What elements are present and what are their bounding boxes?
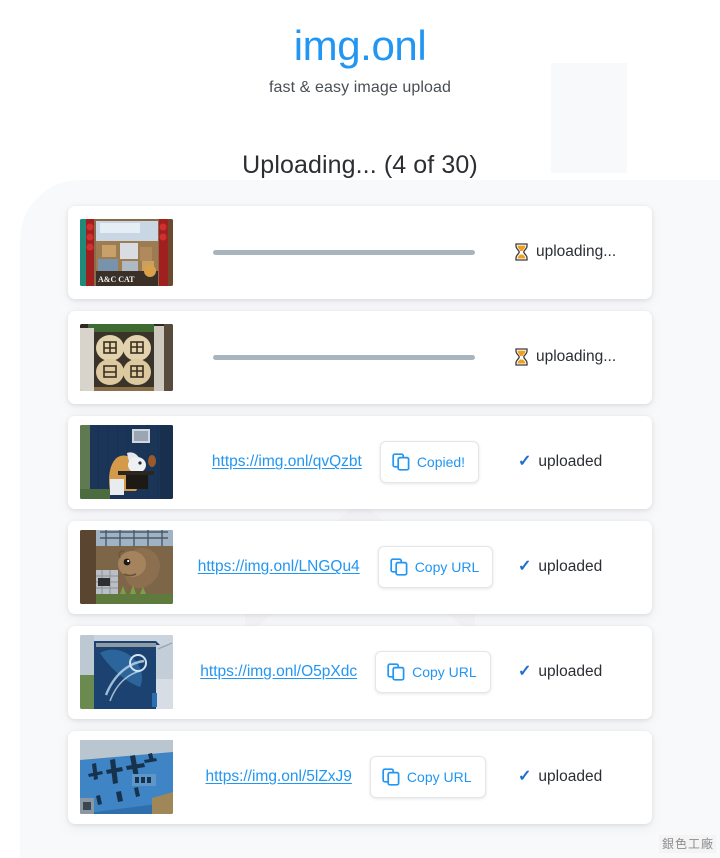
image-url-link[interactable]: https://img.onl/LNGQu4	[198, 558, 360, 576]
thumbnail-blue-wall-mural[interactable]	[80, 635, 173, 710]
image-url-link[interactable]: https://img.onl/O5pXdc	[200, 663, 357, 681]
thumbnail-antique-shop[interactable]: A&C CAT	[80, 218, 173, 286]
copy-button-label: Copied!	[416, 454, 466, 471]
site-logo[interactable]: img.onl	[0, 22, 720, 71]
status-label: uploaded	[538, 663, 603, 681]
watermark-char: 廠	[700, 837, 713, 851]
upload-status-title: Uploading... (4 of 30)	[242, 150, 478, 179]
upload-progress-bar	[212, 354, 475, 360]
upload-row: https://img.onl/O5pXdc Copy URL ✓ upload…	[68, 625, 652, 719]
copy-button-label: Copy URL	[412, 664, 477, 681]
copy-url-button[interactable]: Copy URL	[377, 546, 494, 589]
thumbnail-cat-mural[interactable]	[80, 425, 173, 500]
row-status-uploaded: ✓ uploaded	[518, 453, 638, 471]
svg-text:A&C CAT: A&C CAT	[98, 275, 135, 284]
upload-row: https://img.onl/LNGQu4 Copy URL ✓ upload…	[68, 520, 652, 614]
check-icon: ✓	[518, 453, 532, 471]
copy-url-button[interactable]: Copy URL	[369, 756, 486, 799]
page-root: img.onl fast & easy image upload Uploadi…	[0, 0, 720, 824]
thumbnail-blue-calligraphy[interactable]	[80, 740, 173, 815]
copy-url-button[interactable]: Copy URL	[375, 651, 491, 694]
upload-row: uploading...	[68, 310, 652, 404]
row-status-uploading: uploading...	[514, 243, 638, 261]
site-header: img.onl fast & easy image upload	[0, 0, 720, 97]
image-url-link[interactable]: https://img.onl/qvQzbt	[212, 453, 362, 471]
hourglass-icon	[514, 243, 529, 261]
check-icon: ✓	[518, 558, 532, 576]
watermark-char: 工	[687, 837, 700, 851]
row-status-uploaded: ✓ uploaded	[518, 558, 638, 576]
copy-button-label: Copy URL	[406, 769, 472, 786]
check-icon: ✓	[518, 768, 532, 786]
thumbnail-wooden-plaques[interactable]	[80, 323, 173, 391]
watermark-char: 色	[674, 837, 687, 851]
url-area: https://img.onl/O5pXdc Copy URL	[173, 651, 518, 694]
watermark-char: 銀	[661, 837, 674, 851]
copy-icon	[387, 663, 405, 681]
upload-progress-bar	[212, 249, 475, 255]
status-label: uploaded	[538, 558, 603, 576]
row-status-uploading: uploading...	[514, 348, 638, 366]
url-area: https://img.onl/5lZxJ9 Copy URL	[173, 756, 518, 799]
thumbnail-squirrel-mural[interactable]	[80, 530, 173, 605]
copy-icon	[390, 558, 408, 576]
status-label: uploading...	[536, 348, 617, 366]
site-tagline: fast & easy image upload	[268, 78, 452, 96]
hourglass-icon	[514, 348, 529, 366]
row-status-uploaded: ✓ uploaded	[518, 768, 638, 786]
row-status-uploaded: ✓ uploaded	[518, 663, 638, 681]
status-label: uploaded	[538, 768, 603, 786]
upload-row: A&C CAT uploading...	[68, 205, 652, 299]
progress-area	[173, 354, 514, 360]
url-area: https://img.onl/qvQzbt Copied!	[173, 441, 518, 484]
upload-row: https://img.onl/qvQzbt Copied! ✓ uploade…	[68, 415, 652, 509]
url-area: https://img.onl/LNGQu4 Copy URL	[173, 546, 518, 589]
upload-row: https://img.onl/5lZxJ9 Copy URL ✓ upload…	[68, 730, 652, 824]
image-url-link[interactable]: https://img.onl/5lZxJ9	[205, 768, 351, 786]
upload-list: A&C CAT uploading... uploading... https:…	[0, 205, 720, 824]
progress-area	[173, 249, 514, 255]
status-label: uploaded	[538, 453, 603, 471]
status-label: uploading...	[536, 243, 617, 261]
watermark: 銀 色 工 廠	[658, 835, 716, 853]
copy-button-label: Copy URL	[414, 559, 480, 576]
copy-url-button[interactable]: Copied!	[379, 441, 480, 484]
check-icon: ✓	[518, 663, 532, 681]
copy-icon	[392, 453, 410, 471]
copy-icon	[382, 768, 400, 786]
